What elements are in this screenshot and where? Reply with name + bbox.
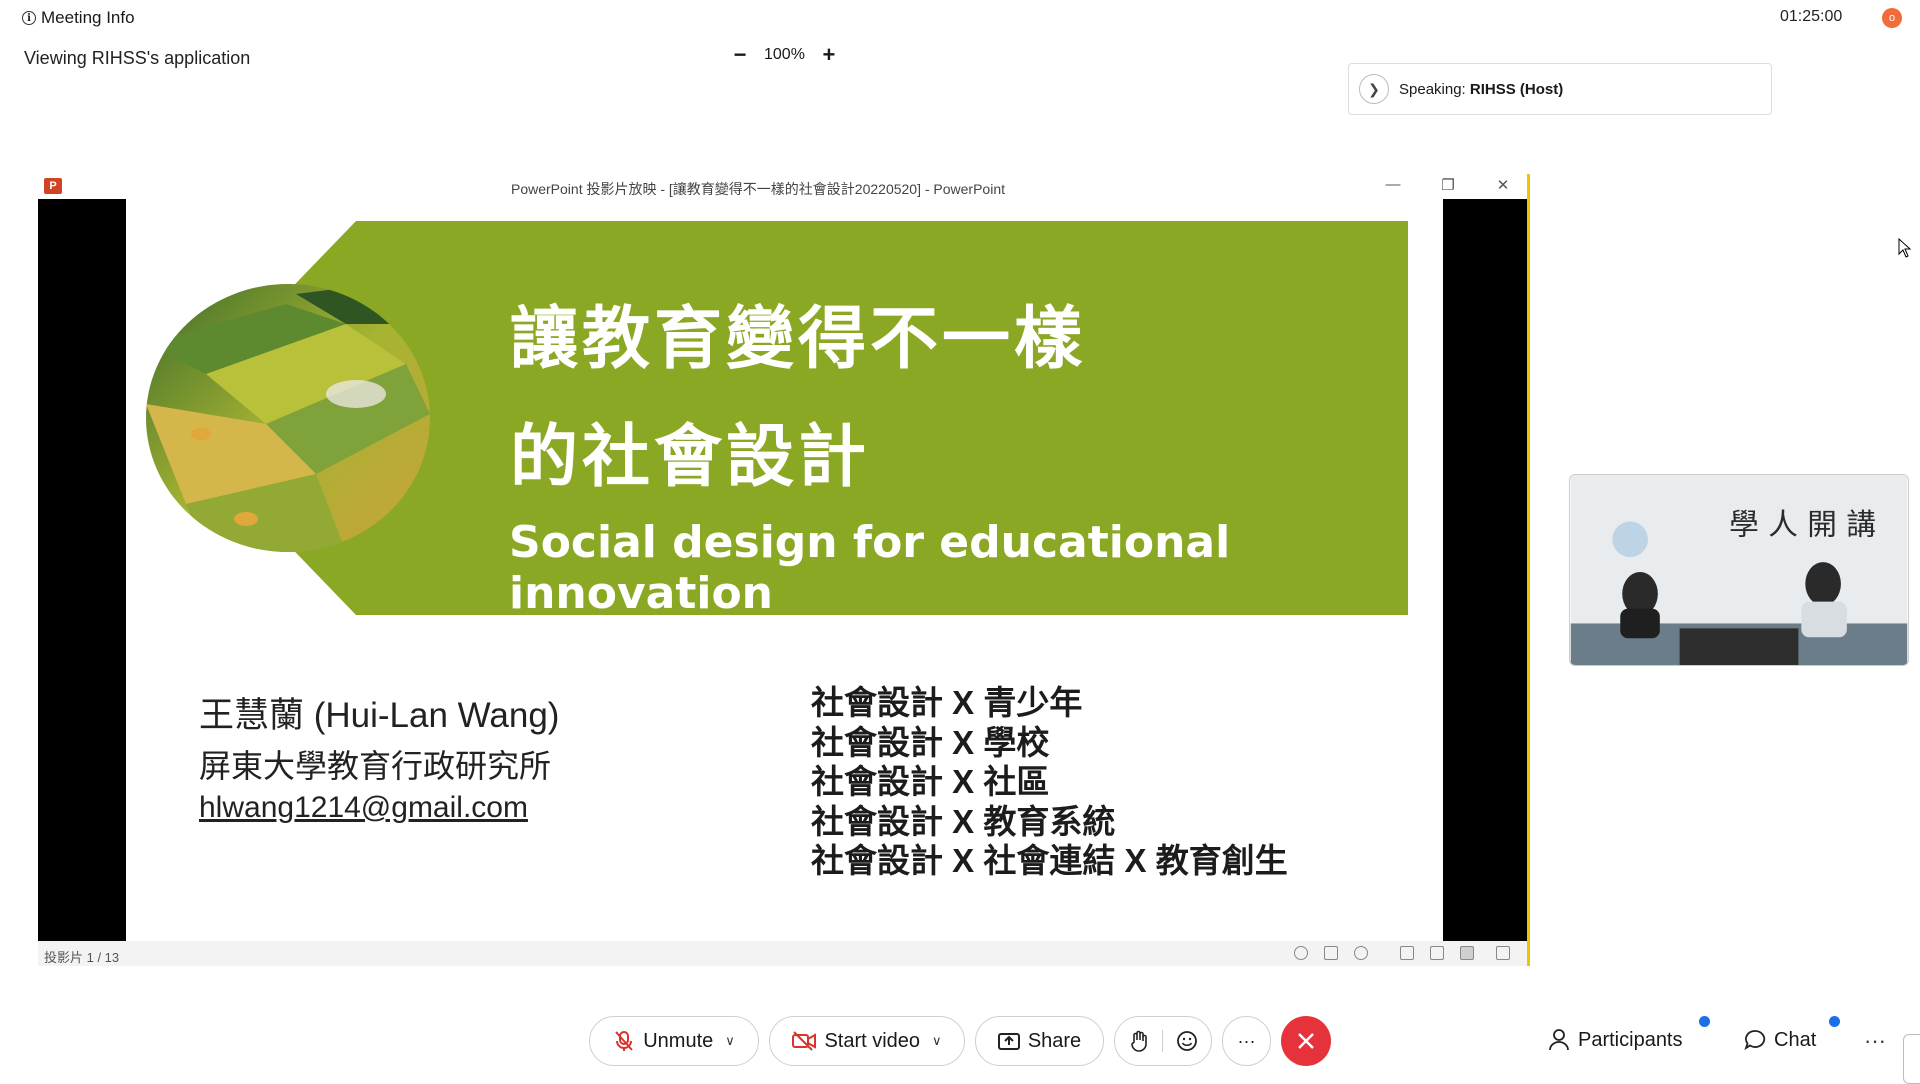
speaker-name: RIHSS (Host) bbox=[1469, 80, 1564, 98]
powerpoint-statusbar: 投影片 1 / 13 bbox=[38, 941, 1527, 966]
slide-menu-icon[interactable] bbox=[1324, 946, 1338, 960]
powerpoint-titlebar: P PowerPoint 投影片放映 - [讓教育變得不一樣的社會設計20220… bbox=[38, 174, 1527, 199]
active-speaker-panel: ❯ Speaking: RIHSS (Host) bbox=[1348, 63, 1772, 115]
participants-label: Participants bbox=[1578, 1028, 1683, 1051]
speaking-label: Speaking: RIHSS (Host) bbox=[1399, 81, 1563, 98]
slide: 讓教育變得不一樣 的社會設計 Social design for educati… bbox=[126, 199, 1443, 941]
normal-view-icon[interactable] bbox=[1400, 946, 1414, 960]
share-label: Share bbox=[1027, 1029, 1082, 1052]
next-slide-icon[interactable] bbox=[1354, 946, 1368, 960]
participants-notification-dot bbox=[1699, 1016, 1710, 1027]
participants-icon bbox=[1549, 1029, 1569, 1051]
viewing-label: Viewing RIHSS's application bbox=[24, 48, 251, 68]
info-icon: i bbox=[22, 11, 36, 25]
end-call-icon bbox=[1298, 1033, 1314, 1049]
zoom-control: − 100% + bbox=[730, 44, 839, 66]
raise-hand-icon bbox=[1130, 1030, 1147, 1052]
close-icon[interactable]: ✕ bbox=[1488, 176, 1518, 196]
reactions-icon bbox=[1177, 1031, 1197, 1051]
minimize-icon[interactable]: — bbox=[1378, 176, 1408, 196]
slide-sorter-icon[interactable] bbox=[1430, 946, 1444, 960]
start-video-label: Start video bbox=[824, 1029, 921, 1052]
participants-button[interactable]: Participants bbox=[1548, 1024, 1683, 1056]
topic-item: 社會設計 X 學校 bbox=[811, 723, 1050, 761]
end-call-button[interactable] bbox=[1281, 1016, 1331, 1066]
speaking-prefix: Speaking: bbox=[1399, 80, 1470, 98]
zoom-out-button[interactable]: − bbox=[730, 44, 750, 66]
restore-icon[interactable]: ❐ bbox=[1433, 176, 1463, 196]
chat-label: Chat bbox=[1774, 1028, 1817, 1051]
topic-list: 社會設計 X 青少年 社會設計 X 學校 社會設計 X 社區 社會設計 X 教育… bbox=[811, 683, 1288, 881]
reading-view-icon[interactable] bbox=[1460, 946, 1474, 960]
mouse-cursor-icon bbox=[1898, 238, 1912, 258]
slideshow-icon[interactable] bbox=[1496, 946, 1510, 960]
chevron-right-icon[interactable]: ❯ bbox=[1359, 74, 1389, 104]
recording-indicator[interactable]: o bbox=[1882, 8, 1902, 28]
topic-item: 社會設計 X 社會連結 X 教育創生 bbox=[811, 842, 1288, 879]
slide-subtitle: Social design for educational innovation bbox=[509, 517, 1231, 619]
start-video-button[interactable]: Start video ∨ bbox=[769, 1016, 965, 1066]
unmute-label: Unmute bbox=[643, 1029, 714, 1052]
side-panel-handle[interactable] bbox=[1903, 1034, 1920, 1084]
share-button[interactable]: Share bbox=[975, 1016, 1104, 1066]
zoom-in-button[interactable]: + bbox=[819, 44, 839, 66]
slide-viewport: 讓教育變得不一樣 的社會設計 Social design for educati… bbox=[38, 199, 1527, 941]
meeting-info-label: Meeting Info bbox=[41, 8, 135, 27]
author-email[interactable]: hlwang1214@gmail.com bbox=[199, 791, 528, 825]
reactions-button[interactable] bbox=[1163, 1030, 1211, 1052]
mic-muted-icon bbox=[615, 1031, 633, 1051]
video-off-icon bbox=[792, 1031, 817, 1051]
chevron-down-icon[interactable]: ∨ bbox=[725, 1033, 735, 1049]
author-affiliation: 屏東大學教育行政研究所 bbox=[199, 748, 552, 784]
chat-button[interactable]: Chat bbox=[1744, 1024, 1816, 1056]
zoom-level: 100% bbox=[764, 46, 805, 63]
slide-title-line-1: 讓教育變得不一樣 bbox=[510, 300, 1087, 379]
meeting-info-button[interactable]: i Meeting Info bbox=[22, 8, 135, 28]
raise-hand-button[interactable] bbox=[1115, 1030, 1163, 1052]
overflow-menu-button[interactable]: ··· bbox=[1864, 1028, 1886, 1054]
aerial-rice-field-image bbox=[146, 284, 430, 552]
meeting-timer: 01:25:00 bbox=[1780, 8, 1843, 25]
previous-slide-icon[interactable] bbox=[1294, 946, 1308, 960]
chat-notification-dot bbox=[1829, 1016, 1840, 1027]
chevron-down-icon[interactable]: ∨ bbox=[932, 1033, 942, 1049]
more-button[interactable]: ··· bbox=[1222, 1016, 1271, 1066]
slide-title-line-2: 的社會設計 bbox=[510, 418, 871, 497]
share-icon bbox=[997, 1033, 1020, 1050]
reactions-group bbox=[1114, 1016, 1212, 1066]
svg-text:學 人 開 講: 學 人 開 講 bbox=[1729, 506, 1876, 541]
topic-item: 社會設計 X 社區 bbox=[811, 763, 1050, 800]
unmute-button[interactable]: Unmute ∨ bbox=[589, 1016, 759, 1066]
participant-video-tile[interactable]: 學 人 開 講 bbox=[1569, 474, 1909, 666]
window-title: PowerPoint 投影片放映 - [讓教育變得不一樣的社會設計2022052… bbox=[510, 181, 1006, 197]
author-name: 王慧蘭 (Hui-Lan Wang) bbox=[199, 696, 560, 735]
chat-icon bbox=[1744, 1030, 1766, 1051]
shared-screen: P PowerPoint 投影片放映 - [讓教育變得不一樣的社會設計20220… bbox=[38, 174, 1530, 966]
slide-counter: 投影片 1 / 13 bbox=[44, 950, 120, 965]
topic-item: 社會設計 X 青少年 bbox=[811, 684, 1083, 721]
topic-item: 社會設計 X 教育系統 bbox=[811, 802, 1116, 840]
